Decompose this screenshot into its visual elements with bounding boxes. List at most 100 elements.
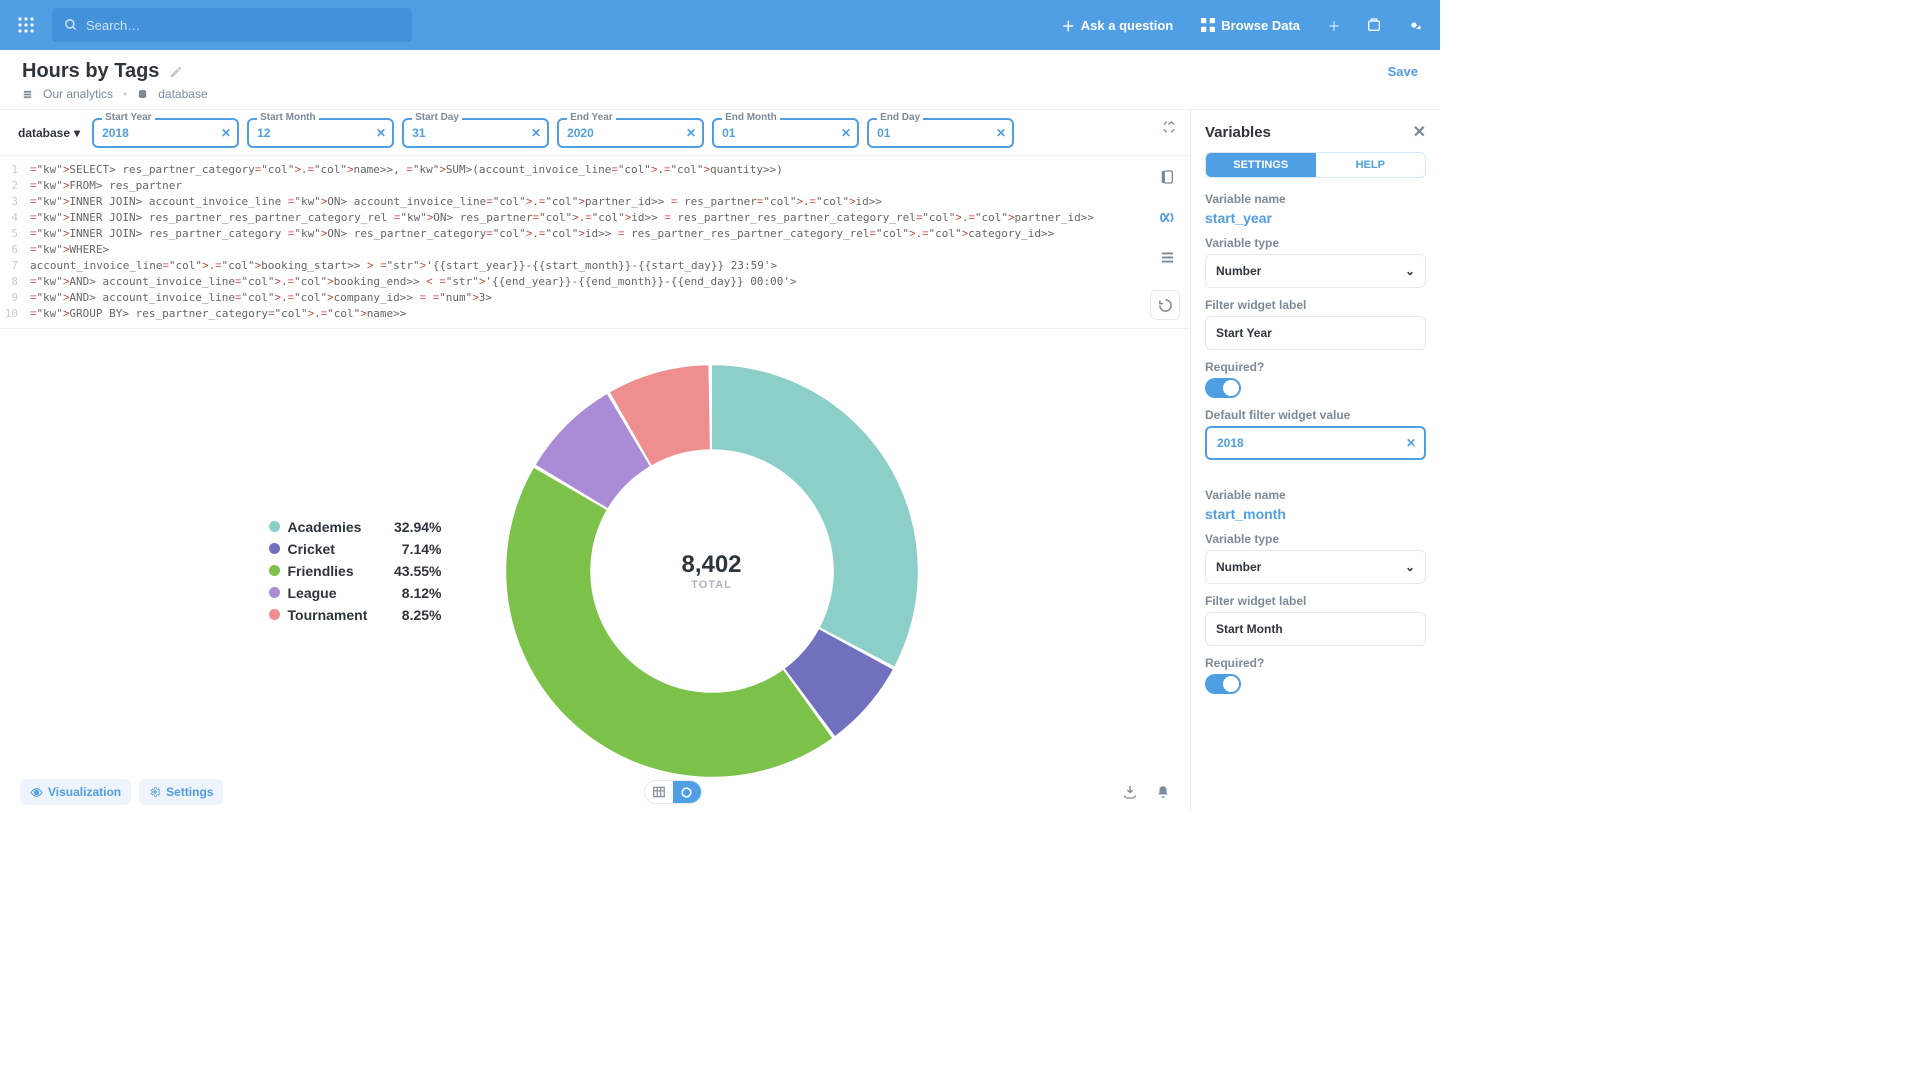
filter-chip-end-month[interactable]: End Month01✕ xyxy=(712,118,859,148)
sql-gutter: 12345678910 xyxy=(0,156,22,328)
filter-chip-start-year[interactable]: Start Year2018✕ xyxy=(92,118,239,148)
variable-type-select[interactable]: Number⌄ xyxy=(1205,550,1426,584)
filter-chip-label: End Day xyxy=(877,112,923,123)
legend-name: League xyxy=(288,585,378,601)
breadcrumb-collection[interactable]: Our analytics xyxy=(43,87,113,101)
legend-name: Friendlies xyxy=(288,563,378,579)
panel-title: Variables xyxy=(1205,124,1271,141)
gear-icon[interactable] xyxy=(1400,11,1428,39)
tab-settings[interactable]: SETTINGS xyxy=(1206,153,1316,177)
search-box[interactable] xyxy=(52,8,412,42)
close-panel-icon[interactable]: ✕ xyxy=(1413,122,1426,142)
clear-filter-icon[interactable]: ✕ xyxy=(221,126,231,140)
data-reference-icon[interactable] xyxy=(1154,164,1180,190)
clear-filter-icon[interactable]: ✕ xyxy=(531,126,541,140)
legend-swatch xyxy=(269,565,280,576)
chevron-down-icon: ⌄ xyxy=(1405,560,1415,574)
legend-swatch xyxy=(269,609,280,620)
filter-chip-start-day[interactable]: Start Day31✕ xyxy=(402,118,549,148)
collapse-editor-icon[interactable] xyxy=(1162,120,1176,134)
ask-question-label: Ask a question xyxy=(1081,18,1173,33)
filter-chip-label: Start Month xyxy=(257,112,319,123)
legend-swatch xyxy=(269,521,280,532)
browse-data-button[interactable]: Browse Data xyxy=(1193,12,1308,39)
filter-chip-value: 01 xyxy=(722,126,735,140)
visualization-label: Visualization xyxy=(48,785,121,799)
legend-row: Cricket7.14% xyxy=(269,538,442,560)
widget-label-input[interactable]: Start Month xyxy=(1205,612,1426,646)
clear-default-icon[interactable]: ✕ xyxy=(1406,436,1416,450)
visualization-button[interactable]: Visualization xyxy=(20,779,131,805)
legend-name: Academies xyxy=(288,519,378,535)
filter-chip-start-month[interactable]: Start Month12✕ xyxy=(247,118,394,148)
label-default-value: Default filter widget value xyxy=(1205,408,1426,422)
label-variable-name: Variable name xyxy=(1205,488,1426,502)
sql-editor[interactable]: ="kw">SELECT> res_partner_category="col"… xyxy=(22,156,1190,328)
database-selector-label: database xyxy=(18,126,70,140)
chevron-down-icon: ▾ xyxy=(74,126,80,140)
legend-swatch xyxy=(269,587,280,598)
database-selector[interactable]: database ▾ xyxy=(18,126,80,140)
grid-icon xyxy=(1201,18,1215,32)
widget-label-input[interactable]: Start Year xyxy=(1205,316,1426,350)
breadcrumb-database[interactable]: database xyxy=(158,87,207,101)
page-title: Hours by Tags xyxy=(22,60,159,83)
plus-icon: ＋ xyxy=(1062,16,1075,35)
required-toggle[interactable] xyxy=(1205,378,1241,398)
label-required: Required? xyxy=(1205,360,1426,374)
legend-value: 7.14% xyxy=(386,541,442,557)
legend-value: 43.55% xyxy=(386,563,442,579)
collections-icon[interactable] xyxy=(1360,11,1388,39)
alert-icon[interactable] xyxy=(1156,785,1170,799)
filter-chip-end-year[interactable]: End Year2020✕ xyxy=(557,118,704,148)
variable-type-select[interactable]: Number⌄ xyxy=(1205,254,1426,288)
tab-help[interactable]: HELP xyxy=(1316,153,1426,177)
label-variable-type: Variable type xyxy=(1205,532,1426,546)
app-logo[interactable] xyxy=(12,11,40,39)
create-icon[interactable]: ＋ xyxy=(1320,11,1348,39)
label-required: Required? xyxy=(1205,656,1426,670)
search-icon xyxy=(64,18,78,32)
display-settings-button[interactable]: Settings xyxy=(139,779,223,805)
clear-filter-icon[interactable]: ✕ xyxy=(376,126,386,140)
table-view-icon[interactable] xyxy=(645,781,673,803)
legend-row: Friendlies 43.55% xyxy=(269,560,442,582)
required-toggle[interactable] xyxy=(1205,674,1241,694)
legend-value: 32.94% xyxy=(386,519,442,535)
label-variable-name: Variable name xyxy=(1205,192,1426,206)
chevron-down-icon: ⌄ xyxy=(1405,264,1415,278)
view-mode-switch[interactable] xyxy=(644,780,702,804)
clear-filter-icon[interactable]: ✕ xyxy=(841,126,851,140)
filter-chip-end-day[interactable]: End Day01✕ xyxy=(867,118,1014,148)
variable-name: start_year xyxy=(1205,210,1426,226)
filter-chip-value: 31 xyxy=(412,126,425,140)
chart-view-icon[interactable] xyxy=(673,781,701,803)
search-input[interactable] xyxy=(86,18,400,33)
clear-filter-icon[interactable]: ✕ xyxy=(686,126,696,140)
save-button[interactable]: Save xyxy=(1388,64,1418,79)
legend-name: Tournament xyxy=(288,607,378,623)
legend-value: 8.25% xyxy=(386,607,442,623)
default-value-input[interactable]: 2018✕ xyxy=(1205,426,1426,460)
run-query-button[interactable] xyxy=(1150,290,1180,320)
legend-value: 8.12% xyxy=(386,585,442,601)
filter-chip-label: Start Year xyxy=(102,112,155,123)
clear-filter-icon[interactable]: ✕ xyxy=(996,126,1006,140)
label-widget-label: Filter widget label xyxy=(1205,594,1426,608)
eye-icon xyxy=(30,786,43,799)
download-icon[interactable] xyxy=(1122,784,1138,800)
filter-chip-value: 2020 xyxy=(567,126,594,140)
edit-title-icon[interactable] xyxy=(169,65,183,79)
variables-icon[interactable] xyxy=(1154,204,1180,230)
filter-chip-value: 01 xyxy=(877,126,890,140)
label-widget-label: Filter widget label xyxy=(1205,298,1426,312)
display-settings-label: Settings xyxy=(166,785,213,799)
ask-question-button[interactable]: ＋ Ask a question xyxy=(1054,10,1181,41)
legend-row: League 8.12% xyxy=(269,582,442,604)
filter-chip-label: End Month xyxy=(722,112,780,123)
snippets-icon[interactable] xyxy=(1154,244,1180,270)
legend-row: Tournament 8.25% xyxy=(269,604,442,626)
chart-legend: Academies 32.94% Cricket7.14% Friendlies 43.… xyxy=(269,516,442,626)
breadcrumb-separator: • xyxy=(123,87,127,101)
gear-small-icon xyxy=(149,786,161,798)
